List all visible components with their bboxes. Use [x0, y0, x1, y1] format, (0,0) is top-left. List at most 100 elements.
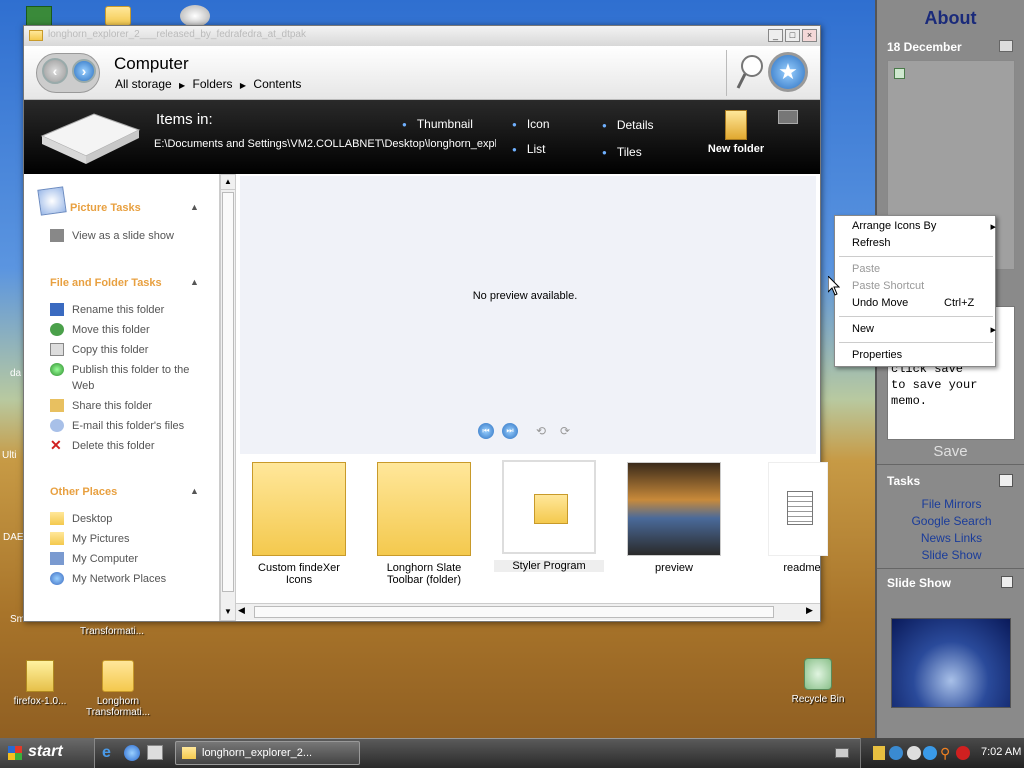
desktop-icon-longhorn[interactable]: Longhorn Transformati...	[78, 660, 158, 718]
band-menu-button[interactable]	[778, 110, 798, 124]
tray-security-icon[interactable]	[956, 746, 970, 760]
calendar-icon[interactable]	[999, 40, 1013, 52]
file-list-scrollbar[interactable]: ◀ ▶	[236, 603, 820, 620]
back-button[interactable]: ‹	[42, 58, 68, 84]
menu-item-refresh[interactable]: Refresh	[852, 237, 992, 249]
taskbar-button-explorer[interactable]: longhorn_explorer_2...	[175, 741, 360, 765]
slideshow-icon	[50, 229, 64, 242]
task-item[interactable]: Move this folder	[50, 322, 200, 338]
start-button[interactable]: start	[0, 738, 95, 768]
tray-sphere-icon[interactable]	[923, 746, 937, 760]
rotate-left-icon[interactable]: ⟲	[536, 424, 546, 438]
task-item[interactable]: Copy this folder	[50, 342, 200, 358]
tray-search-icon[interactable]: ⚲	[940, 745, 950, 762]
file-item[interactable]: preview	[619, 462, 729, 574]
keyboard-icon[interactable]	[835, 748, 849, 758]
menu-item-new[interactable]: New ▸	[852, 323, 996, 336]
file-label: preview	[655, 562, 693, 574]
new-folder-button[interactable]: New folder	[700, 110, 772, 155]
quicklaunch-ie-icon[interactable]: e	[102, 745, 118, 761]
folder-icon	[29, 30, 43, 41]
task-item[interactable]: Rename this folder	[50, 302, 200, 318]
folder-thumbnail	[502, 460, 596, 554]
picture-tasks-title[interactable]: Picture Tasks	[70, 202, 141, 214]
task-item[interactable]: View as a slide show	[50, 228, 200, 244]
collapse-arrow-icon[interactable]: ▲	[190, 277, 199, 287]
collapse-arrow-icon[interactable]: ▲	[190, 202, 199, 212]
maximize-button[interactable]: □	[785, 29, 800, 42]
title-bar[interactable]: longhorn_explorer_2___released_by_fedraf…	[24, 26, 820, 46]
rotate-right-icon[interactable]: ⟳	[560, 424, 570, 438]
minimize-button[interactable]: _	[768, 29, 783, 42]
new-folder-label: New folder	[707, 143, 765, 155]
file-tasks-title[interactable]: File and Folder Tasks	[50, 277, 162, 289]
task-item[interactable]: E-mail this folder's files	[50, 418, 200, 434]
quicklaunch-ie-icon[interactable]	[124, 745, 140, 761]
task-pane-scrollbar[interactable]: ▲ ▼	[220, 174, 236, 621]
file-list: Custom findeXer Icons Longhorn Slate Too…	[240, 456, 828, 604]
menu-item-arrange-icons[interactable]: Arrange Icons By ▸	[852, 220, 996, 233]
task-item[interactable]: Desktop	[50, 511, 200, 527]
scroll-left-icon[interactable]: ◀	[238, 605, 245, 616]
next-icon[interactable]: ⏭	[502, 423, 518, 439]
view-option-thumbnail[interactable]: Thumbnail	[402, 117, 473, 131]
file-item[interactable]: Custom findeXer Icons	[244, 462, 354, 586]
task-item[interactable]: My Network Places	[50, 571, 200, 587]
save-button[interactable]: Save	[877, 443, 1024, 460]
sidebar-link-file-mirrors[interactable]: File Mirrors	[877, 497, 1024, 511]
scroll-down-icon[interactable]: ▼	[221, 605, 235, 620]
explorer-window: longhorn_explorer_2___released_by_fedraf…	[23, 25, 828, 622]
sidebar-link-google-search[interactable]: Google Search	[877, 514, 1024, 528]
scroll-thumb[interactable]	[222, 192, 234, 592]
task-item[interactable]: Share this folder	[50, 398, 200, 414]
tray-app-icon[interactable]	[873, 746, 885, 760]
view-option-tiles[interactable]: Tiles	[602, 145, 642, 159]
file-item[interactable]: Longhorn Slate Toolbar (folder)	[369, 462, 479, 586]
desktop-icon-firefox[interactable]: firefox-1.0...	[0, 660, 80, 707]
breadcrumb-item[interactable]: Contents	[253, 77, 301, 91]
task-item[interactable]: Publish this folder to the Web	[50, 362, 200, 394]
file-label: Styler Program	[494, 560, 604, 572]
network-icon[interactable]	[180, 5, 210, 27]
task-item[interactable]: ✕ Delete this folder	[50, 438, 200, 454]
system-tray: ⚲ 7:02 AM	[860, 738, 1024, 768]
slideshow-icon[interactable]	[1001, 576, 1013, 588]
clock[interactable]: 7:02 AM	[981, 746, 1021, 758]
folder-icon	[182, 747, 196, 759]
desktop-icon-recycle-bin[interactable]: Recycle Bin	[778, 658, 858, 705]
other-places-title[interactable]: Other Places	[50, 486, 117, 498]
tasks-icon[interactable]	[999, 474, 1013, 487]
menu-item-undo-move[interactable]: Undo Move Ctrl+Z	[852, 297, 992, 309]
breadcrumb-item[interactable]: All storage	[115, 77, 172, 91]
location-title: Computer	[114, 54, 189, 73]
scroll-right-icon[interactable]: ▶	[806, 605, 813, 616]
breadcrumb-item[interactable]: Folders	[193, 77, 233, 91]
collapse-arrow-icon[interactable]: ▲	[190, 486, 199, 496]
file-item[interactable]: Styler Program	[494, 460, 604, 572]
file-item[interactable]: readme	[744, 462, 828, 574]
previous-icon[interactable]: ⏮	[478, 423, 494, 439]
view-option-icon[interactable]: Icon	[512, 117, 550, 131]
scroll-thumb[interactable]	[254, 606, 774, 618]
folder-icon[interactable]	[105, 6, 131, 26]
task-item[interactable]: My Computer	[50, 551, 200, 567]
view-option-details[interactable]: Details	[602, 118, 654, 132]
forward-button[interactable]: ›	[72, 59, 96, 83]
task-item[interactable]: My Pictures	[50, 531, 200, 547]
tray-network-icon[interactable]	[889, 746, 903, 760]
sidebar-link-slide-show[interactable]: Slide Show	[877, 548, 1024, 562]
tray-globe-icon[interactable]	[907, 746, 921, 760]
desktop-behind-label: Transformati...	[80, 626, 145, 637]
new-folder-icon	[725, 110, 747, 140]
my-computer-icon	[50, 552, 64, 565]
view-option-list[interactable]: List	[512, 142, 546, 156]
quicklaunch-desktop-icon[interactable]	[147, 745, 163, 760]
slideshow-image[interactable]	[891, 618, 1011, 708]
menu-item-properties[interactable]: Properties	[852, 349, 992, 361]
sidebar-link-news-links[interactable]: News Links	[877, 531, 1024, 545]
scroll-up-icon[interactable]: ▲	[221, 175, 235, 190]
favorites-star-icon[interactable]: ★	[768, 52, 808, 92]
search-icon[interactable]	[736, 54, 764, 89]
items-in-label: Items in:	[156, 111, 213, 128]
close-button[interactable]: ×	[802, 29, 817, 42]
